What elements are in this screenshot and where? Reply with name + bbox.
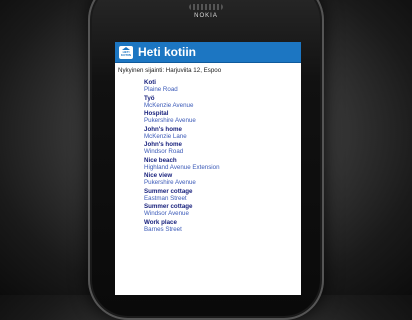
- destination-street: McKenzie Lane: [144, 132, 187, 140]
- destination-street: Plaine Road: [144, 86, 178, 93]
- destination-name[interactable]: Koti: [144, 79, 301, 86]
- list-item[interactable]: Summer cottage Windsor Avenue: [144, 203, 301, 217]
- destination-street: Windsor Road: [144, 148, 184, 155]
- destination-name[interactable]: Summer cottage: [144, 203, 301, 210]
- list-item[interactable]: Work place Barnes Street: [144, 219, 301, 233]
- list-item[interactable]: Nice view Pukershire Avenue: [144, 172, 301, 186]
- app-title: Heti kotiin: [138, 45, 197, 59]
- destination-name[interactable]: Work place: [144, 219, 301, 226]
- home-logo-icon: HETI KOTIIN: [119, 45, 133, 59]
- destination-name[interactable]: Summer cottage: [144, 188, 301, 195]
- speaker-grille: [189, 4, 223, 10]
- destination-name[interactable]: Nice view: [144, 172, 301, 179]
- destination-street: Eastman Street: [144, 194, 187, 202]
- list-item[interactable]: John's home McKenzie Lane: [144, 126, 301, 140]
- destination-street: Windsor Avenue: [144, 210, 189, 217]
- list-item[interactable]: Hospital Pukershire Avenue: [144, 110, 301, 124]
- app-header: HETI KOTIIN Heti kotiin: [115, 42, 301, 63]
- destination-name[interactable]: John's home: [144, 126, 301, 133]
- brand-label: NOKIA: [194, 13, 218, 19]
- destination-name[interactable]: Hospital: [144, 110, 301, 117]
- destination-street: Highland Avenue Extension: [144, 163, 220, 171]
- list-item[interactable]: Nice beach Highland Avenue Extension: [144, 157, 301, 171]
- list-item[interactable]: Työ McKenzie Avenue: [144, 95, 301, 109]
- destination-street: Pukershire Avenue: [144, 117, 196, 124]
- list-item[interactable]: Koti Plaine Road: [144, 79, 301, 93]
- destination-name[interactable]: Nice beach: [144, 157, 301, 164]
- current-location: Nykyinen sijainti: Harjuviita 12, Espoo: [118, 67, 222, 74]
- destination-list: Koti Plaine Road Työ McKenzie Avenue Hos…: [115, 77, 301, 233]
- destination-street: Barnes Street: [144, 225, 182, 233]
- destination-street: Pukershire Avenue: [144, 179, 196, 186]
- list-item[interactable]: John's home Windsor Road: [144, 141, 301, 155]
- list-item[interactable]: Summer cottage Eastman Street: [144, 188, 301, 202]
- destination-name[interactable]: Työ: [144, 95, 301, 102]
- destination-name[interactable]: John's home: [144, 141, 301, 148]
- phone-screen: HETI KOTIIN Heti kotiin Nykyinen sijaint…: [115, 42, 301, 295]
- destination-street: McKenzie Avenue: [144, 101, 194, 109]
